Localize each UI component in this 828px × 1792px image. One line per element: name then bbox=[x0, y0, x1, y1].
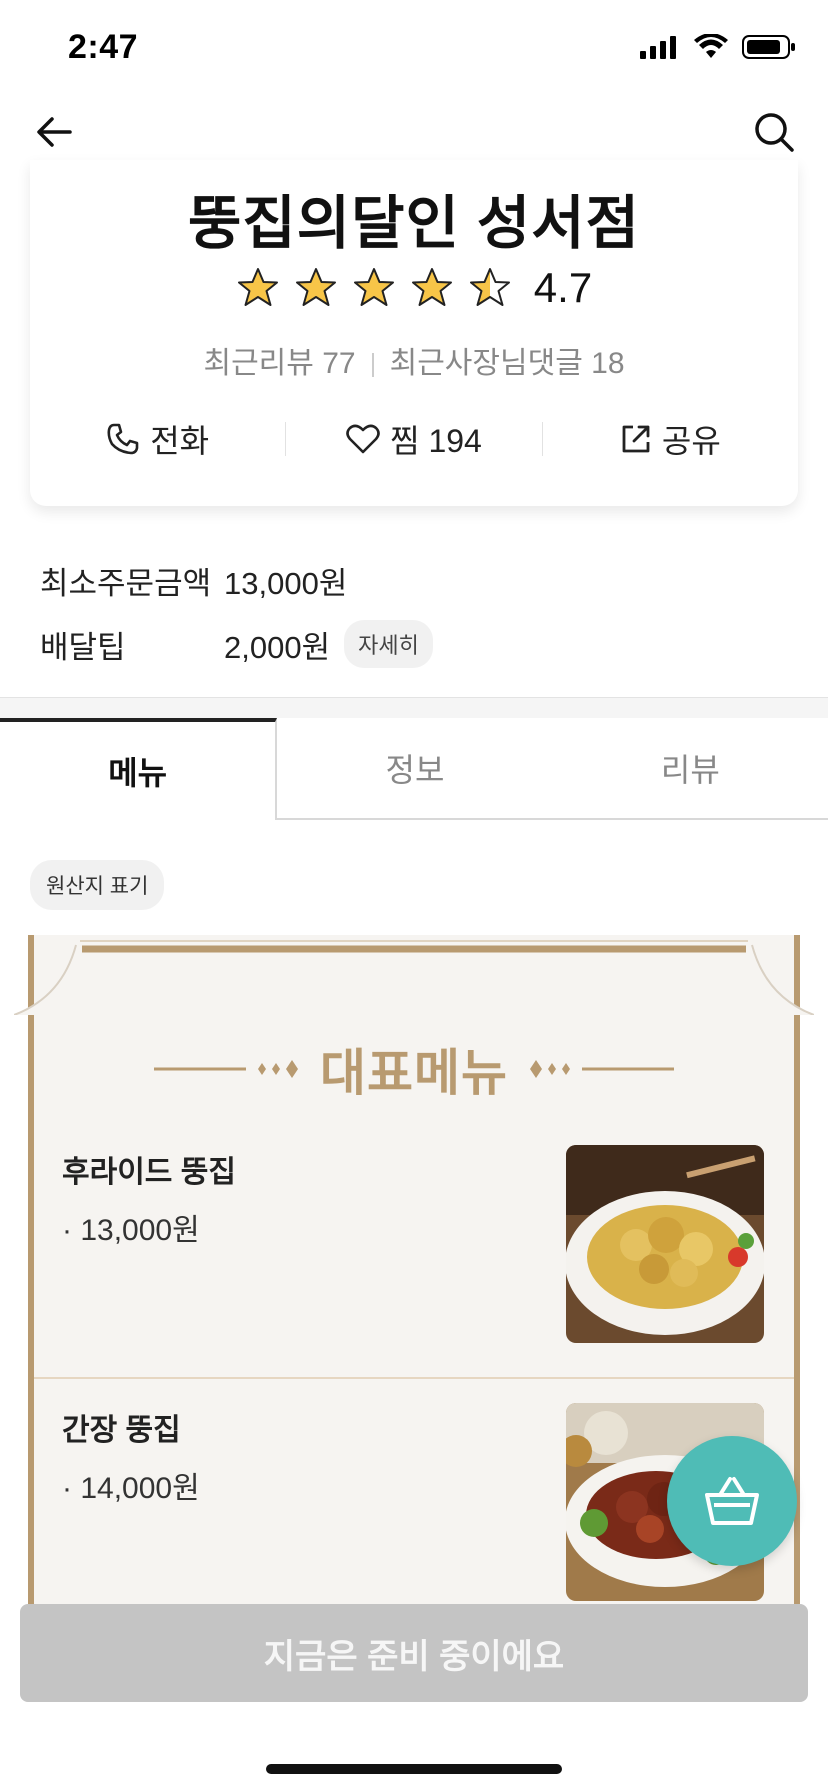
call-button[interactable]: 전화 bbox=[30, 416, 285, 462]
tab-info[interactable]: 정보 bbox=[277, 718, 553, 820]
share-label: 공유 bbox=[661, 423, 721, 459]
delivery-tip-label: 배달팁 bbox=[40, 629, 126, 665]
signal-icon bbox=[640, 36, 676, 59]
owner-replies-link[interactable]: 최근사장님댓글 18 bbox=[390, 347, 625, 380]
tab-reviews[interactable]: 리뷰 bbox=[552, 718, 828, 820]
share-icon bbox=[622, 425, 650, 453]
store-card: 뚱집의달인 성서점 4.7 최근리뷰 77 최근사장님댓글 18 전화 찜 194 bbox=[30, 160, 798, 506]
divider bbox=[371, 353, 374, 378]
order-button[interactable]: 지금은 준비 중이에요 bbox=[20, 1604, 808, 1702]
status-time: 2:47 bbox=[68, 28, 139, 66]
tab-menu[interactable]: 메뉴 bbox=[0, 718, 278, 820]
wifi-icon bbox=[694, 34, 728, 58]
arrow-left-icon[interactable] bbox=[30, 108, 78, 156]
favorite-button[interactable]: 찜 194 bbox=[286, 416, 541, 462]
battery-icon bbox=[742, 35, 795, 59]
min-order-value: 13,000원 bbox=[224, 565, 348, 601]
top-nav bbox=[0, 100, 828, 164]
menu-item[interactable]: 후라이드 뚱집 · 13,000원 bbox=[34, 1113, 794, 1371]
favorite-label: 찜 194 bbox=[390, 423, 482, 459]
board-title: 대표메뉴 bbox=[14, 1033, 814, 1105]
basket-icon bbox=[705, 1477, 759, 1525]
home-indicator bbox=[266, 1764, 562, 1774]
origin-label-button[interactable]: 원산지 표기 bbox=[30, 860, 165, 910]
min-order-row: 최소주문금액 13,000원 bbox=[40, 548, 433, 612]
board-title-text: 대표메뉴 bbox=[320, 1045, 508, 1101]
section-divider bbox=[0, 697, 828, 719]
fried-chicken-photo bbox=[566, 1145, 764, 1343]
menu-item-name: 간장 뚱집 bbox=[62, 1414, 181, 1447]
review-stats: 최근리뷰 77 최근사장님댓글 18 bbox=[30, 338, 798, 382]
call-label: 전화 bbox=[150, 423, 210, 459]
search-icon[interactable] bbox=[750, 108, 798, 156]
star-icon bbox=[237, 268, 278, 306]
menu-item-name: 후라이드 뚱집 bbox=[62, 1156, 236, 1189]
delivery-tip-value: 2,000원 bbox=[224, 629, 331, 665]
rating-value: 4.7 bbox=[533, 264, 593, 311]
store-name: 뚱집의달인 성서점 bbox=[188, 191, 640, 256]
cart-button[interactable] bbox=[667, 1436, 797, 1566]
status-icons bbox=[640, 34, 796, 60]
rating-row: 4.7 bbox=[30, 264, 798, 312]
heart-icon bbox=[346, 424, 380, 454]
ornament-right-icon bbox=[530, 1060, 674, 1078]
action-row: 전화 찜 194 공유 bbox=[30, 404, 798, 474]
star-icon bbox=[295, 268, 336, 306]
menu-item-price: · 13,000원 bbox=[62, 1214, 200, 1247]
menu-item-price: · 14,000원 bbox=[62, 1472, 200, 1505]
board-top-frame bbox=[14, 940, 814, 1015]
tab-bar: 메뉴 정보 리뷰 bbox=[0, 718, 828, 820]
status-bar: 2:47 bbox=[0, 0, 828, 100]
store-info: 최소주문금액 13,000원 배달팁 2,000원 자세히 bbox=[40, 548, 433, 676]
delivery-tip-detail-button[interactable]: 자세히 bbox=[344, 620, 433, 668]
min-order-label: 최소주문금액 bbox=[40, 565, 212, 601]
delivery-tip-row: 배달팁 2,000원 자세히 bbox=[40, 612, 433, 676]
share-button[interactable]: 공유 bbox=[543, 416, 798, 462]
phone-icon bbox=[107, 423, 139, 455]
ornament-left-icon bbox=[154, 1060, 298, 1078]
star-icon bbox=[411, 268, 452, 306]
recent-reviews-link[interactable]: 최근리뷰 77 bbox=[203, 347, 355, 380]
star-icon bbox=[353, 268, 394, 306]
half-star-icon bbox=[469, 268, 510, 306]
